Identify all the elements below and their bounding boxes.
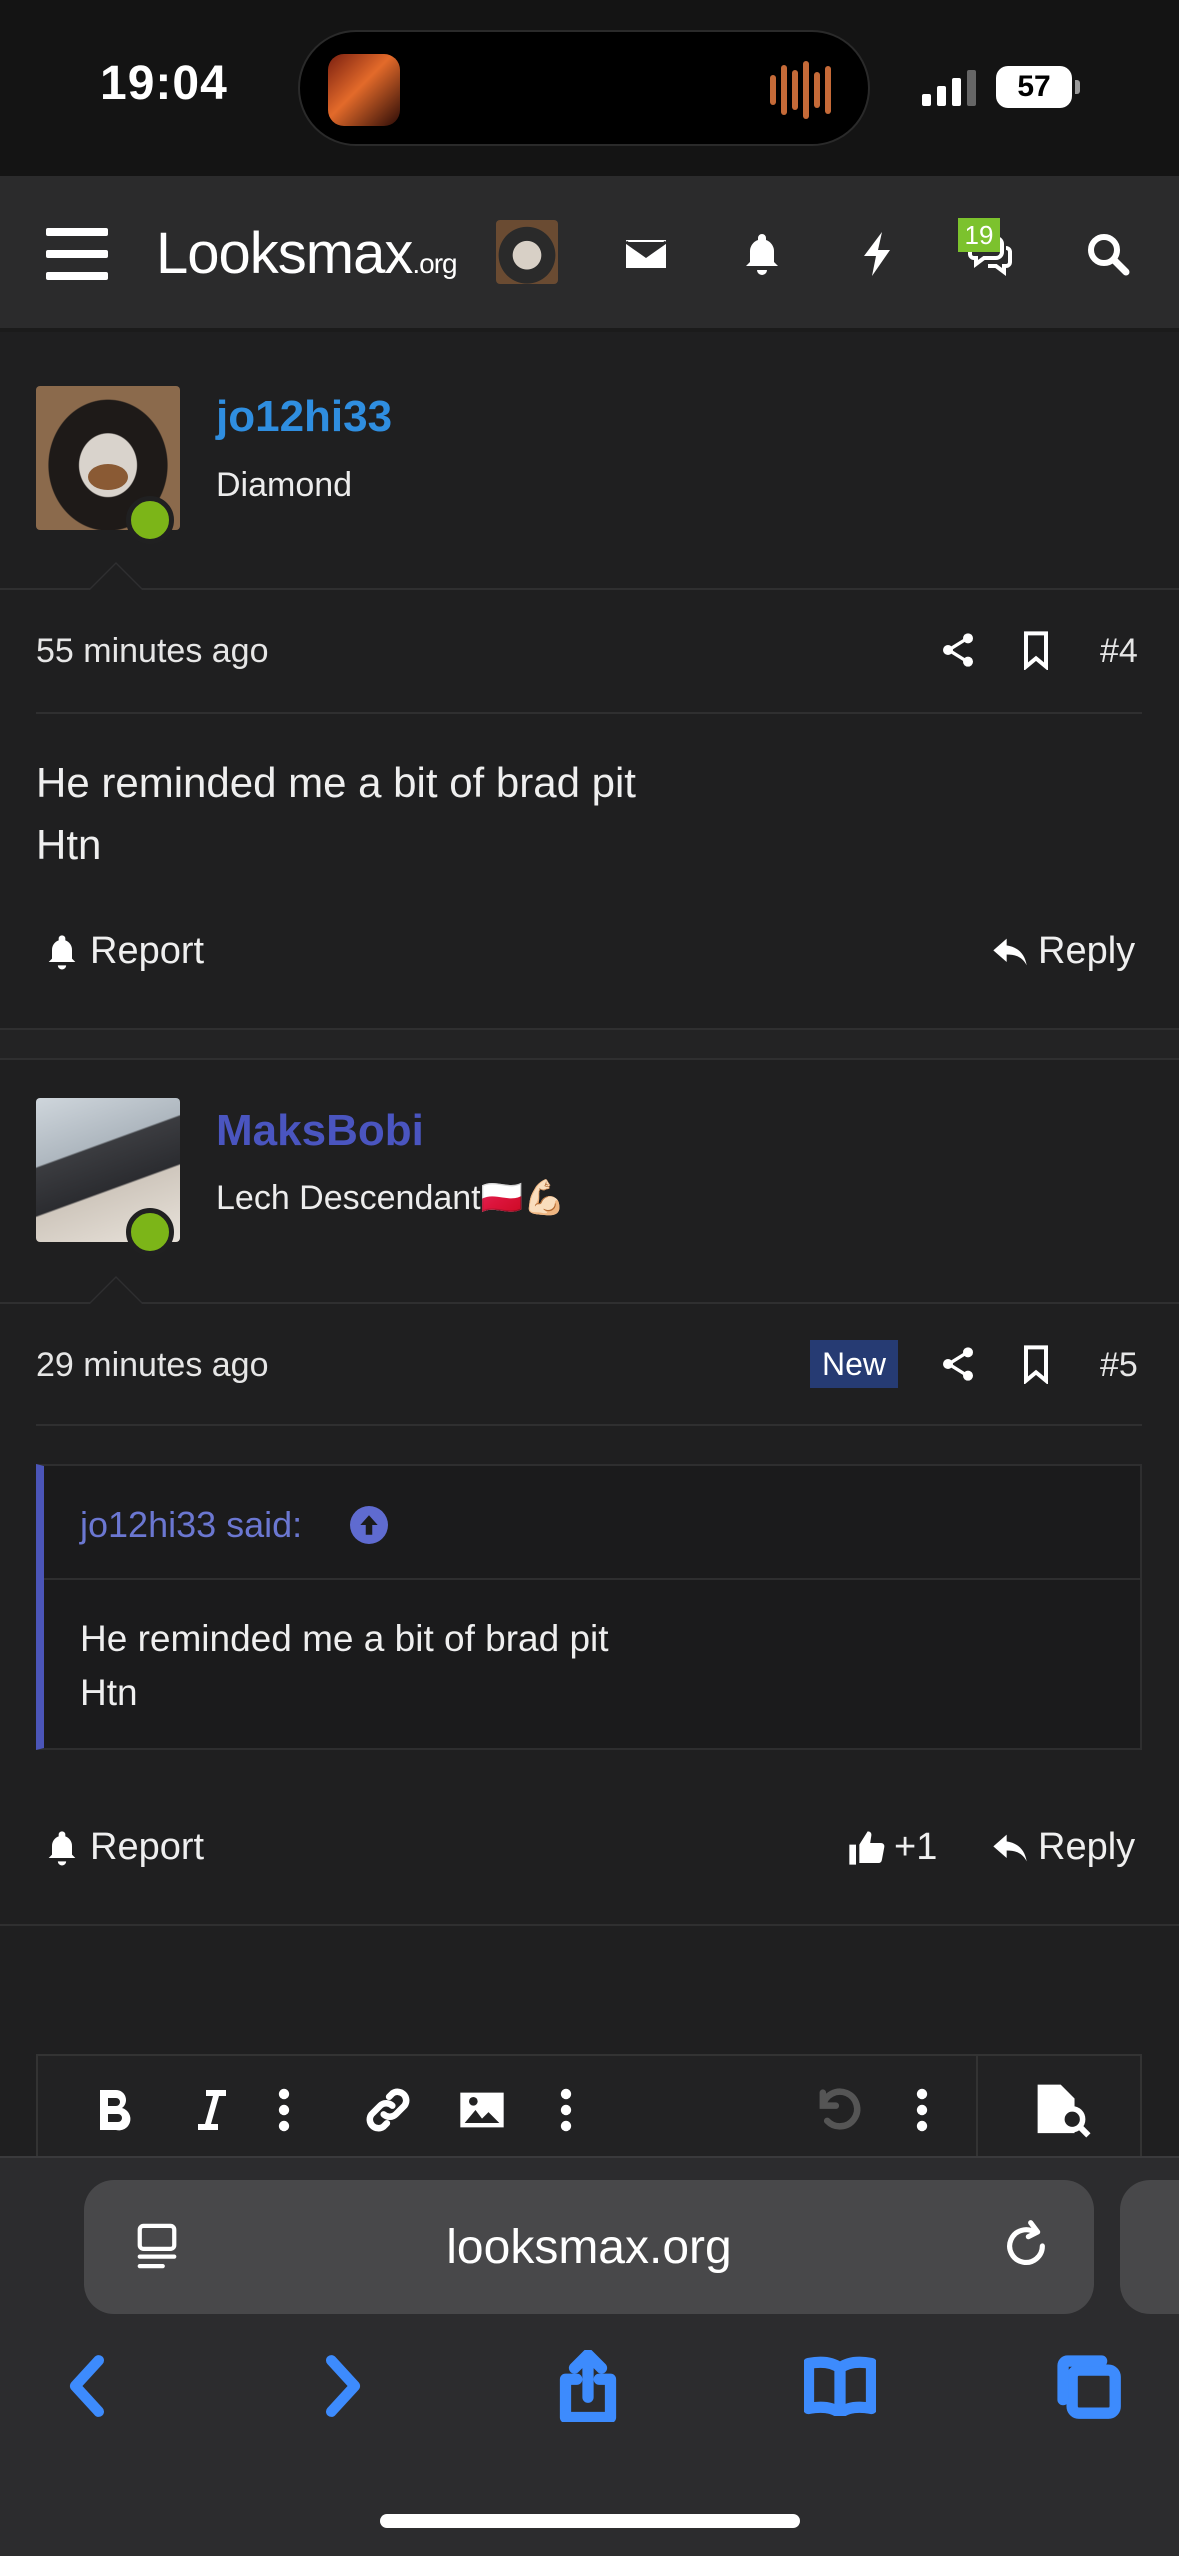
- now-playing-artwork: [328, 54, 400, 126]
- like-button[interactable]: +1: [846, 1826, 937, 1869]
- url-text: looksmax.org: [446, 2221, 732, 2274]
- online-status-indicator: [126, 496, 174, 544]
- post-pointer: [88, 1276, 144, 1304]
- reply-label: Reply: [1038, 930, 1136, 972]
- divider: [36, 712, 1142, 714]
- forward-icon[interactable]: [302, 2346, 382, 2426]
- quote-block: jo12hi33 said: He reminded me a bit of b…: [36, 1464, 1142, 1750]
- audio-waveform-icon: [770, 60, 838, 120]
- bold-icon[interactable]: [86, 2082, 142, 2138]
- reply-icon: [993, 938, 1027, 965]
- quote-line: He reminded me a bit of brad pit: [80, 1618, 609, 1659]
- post-body-line: He reminded me a bit of brad pit: [36, 759, 636, 806]
- divider: [0, 588, 1179, 590]
- account-avatar[interactable]: [496, 220, 558, 284]
- bookmark-icon[interactable]: [1016, 630, 1056, 671]
- report-label: Report: [90, 930, 205, 972]
- quote-body: He reminded me a bit of brad pit Htn: [80, 1612, 609, 1720]
- post-number-link[interactable]: #4: [1100, 632, 1138, 671]
- post-separator: [0, 1028, 1179, 1060]
- user-title: Lech Descendant🇵🇱💪🏻: [216, 1179, 566, 1217]
- logo-main: Looksmax: [156, 221, 413, 286]
- online-status-indicator: [126, 1208, 174, 1256]
- post-body: He reminded me a bit of brad pit Htn: [36, 752, 636, 876]
- user-title: Diamond: [216, 466, 353, 504]
- post-time[interactable]: 29 minutes ago: [36, 1346, 269, 1385]
- new-badge: New: [810, 1340, 898, 1388]
- more-icon[interactable]: [902, 2082, 942, 2138]
- post-username[interactable]: jo12hi33: [216, 392, 392, 442]
- thumbs-up-icon: [849, 1830, 885, 1865]
- home-indicator[interactable]: [380, 2514, 800, 2528]
- more-icon[interactable]: [264, 2082, 304, 2138]
- share-icon[interactable]: [938, 630, 978, 670]
- bell-icon: [48, 1830, 76, 1865]
- post-time[interactable]: 55 minutes ago: [36, 632, 269, 671]
- status-time: 19:04: [100, 57, 228, 110]
- image-icon[interactable]: [452, 2082, 512, 2138]
- dynamic-island[interactable]: [298, 30, 870, 146]
- lightning-icon[interactable]: [848, 224, 908, 284]
- search-icon[interactable]: [1078, 224, 1138, 284]
- cellular-signal-icon: [922, 68, 978, 106]
- italic-icon[interactable]: [182, 2082, 238, 2138]
- post-username[interactable]: MaksBobi: [216, 1106, 424, 1156]
- reply-button[interactable]: Reply: [990, 930, 1135, 973]
- go-to-quoted-post-icon[interactable]: [350, 1506, 388, 1544]
- report-label: Report: [90, 1826, 205, 1868]
- share-icon[interactable]: [938, 1344, 978, 1384]
- report-button[interactable]: Report: [42, 930, 204, 973]
- post-pointer: [88, 562, 144, 590]
- quote-attribution-link[interactable]: jo12hi33 said:: [80, 1504, 302, 1546]
- undo-icon[interactable]: [808, 2082, 868, 2138]
- divider: [36, 1424, 1142, 1426]
- chat-unread-badge: 19: [958, 218, 1000, 252]
- battery-indicator: 57: [996, 66, 1080, 108]
- menu-icon[interactable]: [46, 228, 108, 280]
- more-icon[interactable]: [546, 2082, 586, 2138]
- reply-icon: [993, 1834, 1027, 1861]
- quote-header: jo12hi33 said:: [44, 1466, 1140, 1580]
- bell-icon[interactable]: [732, 224, 792, 284]
- link-icon[interactable]: [358, 2082, 418, 2138]
- tabs-icon[interactable]: [1048, 2346, 1128, 2426]
- reload-icon[interactable]: [998, 2218, 1054, 2274]
- logo-suffix: .org: [412, 248, 457, 279]
- reply-editor-toolbar: [36, 2054, 1142, 2162]
- site-header: Looksmax.org 19: [0, 176, 1179, 332]
- address-bar[interactable]: looksmax.org: [84, 2180, 1094, 2314]
- quote-line: Htn: [80, 1672, 138, 1713]
- post-number-link[interactable]: #5: [1100, 1346, 1138, 1385]
- status-bar: 19:04 57: [0, 0, 1179, 176]
- bookmarks-icon[interactable]: [800, 2346, 880, 2426]
- reply-label: Reply: [1038, 1826, 1136, 1868]
- next-tab-address-bar[interactable]: [1120, 2180, 1179, 2314]
- back-icon[interactable]: [48, 2346, 128, 2426]
- report-button[interactable]: Report: [42, 1826, 204, 1869]
- share-icon[interactable]: [548, 2346, 628, 2426]
- like-count: +1: [894, 1826, 938, 1868]
- divider: [0, 1302, 1179, 1304]
- reply-button[interactable]: Reply: [990, 1826, 1135, 1869]
- divider: [0, 1924, 1179, 1926]
- post-body-line: Htn: [36, 821, 102, 868]
- preview-icon[interactable]: [1028, 2082, 1098, 2138]
- toolbar-separator: [976, 2056, 978, 2162]
- bell-icon: [48, 934, 76, 969]
- bookmark-icon[interactable]: [1016, 1344, 1056, 1385]
- site-logo[interactable]: Looksmax.org: [156, 220, 458, 287]
- mail-icon[interactable]: [616, 224, 676, 284]
